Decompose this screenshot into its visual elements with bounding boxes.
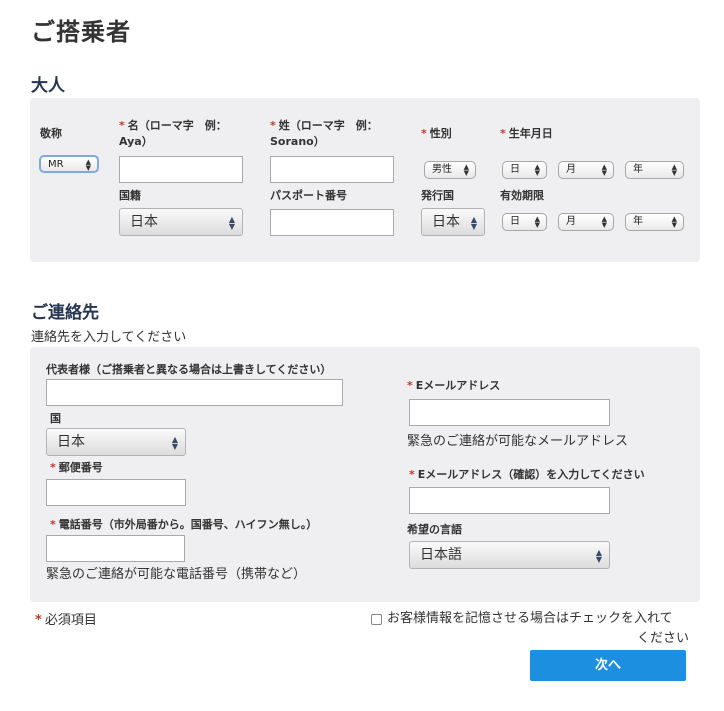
email-hint: 緊急のご連絡が可能なメールアドレス bbox=[407, 434, 629, 449]
chevron-up-down-icon: ▲ ▼ bbox=[228, 215, 235, 231]
issuing-country-label: 発行国 bbox=[421, 189, 454, 202]
expiry-year-select[interactable]: 年 ▲ ▼ bbox=[625, 213, 684, 231]
next-button[interactable]: 次へ bbox=[530, 650, 686, 681]
language-select[interactable]: 日本語 ▲ ▼ bbox=[409, 541, 610, 569]
postal-input[interactable] bbox=[46, 479, 186, 506]
adult-heading: 大人 bbox=[31, 76, 65, 96]
chevron-up-down-icon: ▲ ▼ bbox=[671, 215, 677, 229]
email-label: * Eメールアドレス bbox=[407, 379, 501, 392]
first-name-input[interactable] bbox=[119, 156, 243, 183]
dob-year-select[interactable]: 年 ▲ ▼ bbox=[625, 161, 684, 179]
expiry-month-select[interactable]: 月 ▲ ▼ bbox=[558, 213, 614, 231]
first-name-label: * 名（ローマ字 例：Aya） bbox=[119, 119, 227, 148]
chevron-up-down-icon: ▲ ▼ bbox=[534, 163, 540, 177]
country-label: 国 bbox=[50, 412, 61, 425]
contact-subtitle: 連絡先を入力してください bbox=[31, 330, 187, 345]
email-confirm-label: * Eメールアドレス（確認）を入力してください bbox=[409, 468, 645, 481]
passport-input[interactable] bbox=[270, 209, 394, 236]
phone-input[interactable] bbox=[46, 535, 185, 562]
postal-label: * 郵便番号 bbox=[50, 461, 103, 474]
last-name-input[interactable] bbox=[270, 156, 394, 183]
dob-day-select[interactable]: 日 ▲ ▼ bbox=[502, 161, 547, 179]
representative-label: 代表者様（ご搭乗者と異なる場合は上書きしてください） bbox=[46, 363, 332, 376]
required-note: * 必須項目 bbox=[35, 613, 97, 628]
dob-month-select[interactable]: 月 ▲ ▼ bbox=[558, 161, 614, 179]
email-confirm-input[interactable] bbox=[409, 487, 610, 514]
chevron-up-down-icon: ▲ ▼ bbox=[595, 548, 602, 564]
gender-label: * 性別 bbox=[421, 127, 452, 140]
passport-label: パスポート番号 bbox=[270, 189, 347, 202]
gender-select[interactable]: 男性 ▲ ▼ bbox=[424, 161, 476, 179]
dob-label: * 生年月日 bbox=[500, 127, 553, 140]
phone-hint: 緊急のご連絡が可能な電話番号（携帯など） bbox=[46, 567, 307, 582]
issuing-country-select[interactable]: 日本 ▲ ▼ bbox=[421, 208, 485, 236]
chevron-up-down-icon: ▲ ▼ bbox=[171, 435, 178, 451]
chevron-up-down-icon: ▲ ▼ bbox=[601, 215, 607, 229]
chevron-up-down-icon: ▲ ▼ bbox=[534, 215, 540, 229]
page-title: ご搭乗者 bbox=[31, 18, 131, 46]
country-select[interactable]: 日本 ▲ ▼ bbox=[46, 428, 186, 456]
chevron-up-down-icon: ▲ ▼ bbox=[470, 215, 477, 231]
title-select[interactable]: MR ▲ ▼ bbox=[39, 155, 99, 173]
title-label: 敬称 bbox=[40, 127, 62, 140]
nationality-label: 国籍 bbox=[119, 189, 141, 202]
email-input[interactable] bbox=[409, 399, 610, 426]
chevron-up-down-icon: ▲ ▼ bbox=[671, 163, 677, 177]
language-label: 希望の言語 bbox=[407, 523, 462, 536]
nationality-select[interactable]: 日本 ▲ ▼ bbox=[119, 208, 243, 236]
last-name-label: * 姓（ローマ字 例：Sorano） bbox=[270, 119, 378, 148]
expiry-label: 有効期限 bbox=[500, 189, 544, 202]
chevron-up-down-icon: ▲ ▼ bbox=[601, 163, 607, 177]
chevron-up-down-icon: ▲ ▼ bbox=[85, 158, 91, 172]
expiry-day-select[interactable]: 日 ▲ ▼ bbox=[502, 213, 547, 231]
chevron-up-down-icon: ▲ ▼ bbox=[463, 163, 469, 177]
phone-label: * 電話番号（市外局番から。国番号、ハイフン無し。） bbox=[50, 518, 318, 531]
representative-input[interactable] bbox=[46, 379, 343, 406]
contact-heading: ご連絡先 bbox=[31, 303, 99, 323]
remember-checkbox[interactable] bbox=[371, 614, 382, 625]
remember-label: お客様情報を記憶させる場合はチェックを入れて ください bbox=[387, 611, 689, 646]
